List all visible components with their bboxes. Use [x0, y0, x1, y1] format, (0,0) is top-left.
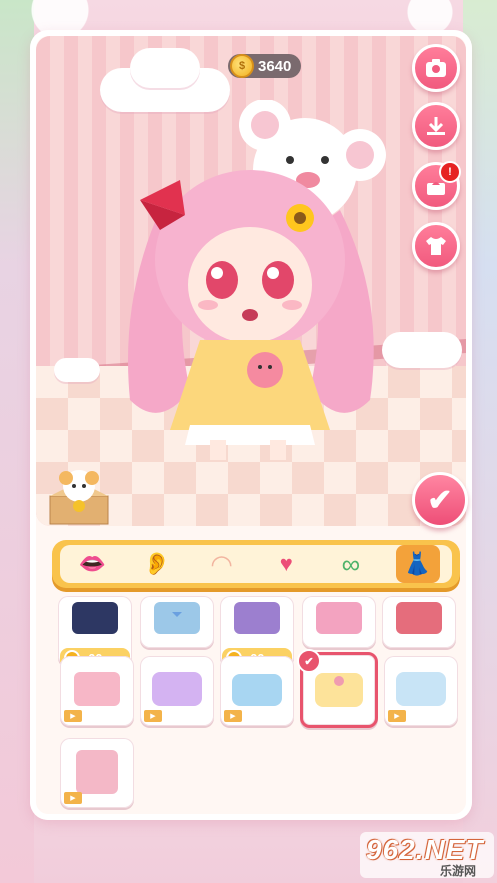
check-icon: ✔ [427, 483, 453, 517]
video-ad-icon: ▶ [224, 710, 242, 722]
gift-button[interactable]: ! [412, 161, 461, 210]
item-card[interactable]: ▶ [60, 656, 134, 726]
tab-glasses[interactable]: ∞ [331, 548, 371, 580]
watermark-subtitle: 乐游网 [440, 864, 477, 878]
outfit-thumbnail [72, 602, 118, 634]
video-ad-icon: ▶ [64, 710, 82, 722]
mouth-icon: 👄 [78, 551, 107, 576]
item-grid: 60 60 ▶ ▶ ▶ ✔ ▶ ▶ [56, 596, 462, 815]
outfit-thumbnail [396, 602, 442, 634]
coin-counter: $ 3640 [228, 54, 302, 78]
tab-mouth[interactable]: 👄 [72, 548, 112, 580]
cloud [54, 358, 100, 382]
category-tabs: 👄 👂 ◠ ♥ ∞ 👗 [60, 545, 452, 583]
outfit-thumbnail [234, 602, 280, 634]
item-card[interactable] [302, 596, 376, 648]
tshirt-icon [426, 237, 446, 255]
download-button[interactable] [412, 102, 460, 150]
outfit-thumbnail [154, 602, 200, 634]
item-card[interactable]: ▶ [60, 738, 134, 808]
video-ad-icon: ▶ [64, 792, 82, 804]
coin-amount: 3640 [258, 57, 292, 75]
item-card[interactable]: ▶ [384, 656, 458, 726]
camera-button[interactable] [412, 44, 460, 92]
background-left [0, 0, 34, 883]
category-bar: 👄 👂 ◠ ♥ ∞ 👗 [52, 540, 460, 588]
heart-icon: ♥ [279, 551, 293, 576]
outfit-button[interactable] [412, 222, 460, 270]
tab-heart[interactable]: ♥ [266, 548, 306, 580]
ear-icon: 👂 [143, 551, 171, 576]
tab-face[interactable]: ◠ [202, 548, 242, 580]
glasses-icon: ∞ [341, 548, 361, 579]
outfit-thumbnail [316, 602, 362, 634]
tab-ear[interactable]: 👂 [137, 548, 177, 580]
face-icon: ◠ [210, 548, 233, 579]
dress-icon: 👗 [403, 551, 432, 576]
tab-dress[interactable]: 👗 [395, 545, 440, 583]
cloud [130, 48, 200, 88]
video-ad-icon: ▶ [144, 710, 162, 722]
reward-box[interactable] [44, 462, 114, 526]
item-card-selected[interactable]: ✔ [297, 649, 378, 728]
download-icon [427, 117, 445, 135]
character-avatar [128, 100, 386, 460]
video-ad-icon: ▶ [388, 710, 406, 722]
item-card[interactable] [382, 596, 456, 648]
item-card[interactable]: ▶ [140, 656, 214, 726]
selected-check-icon: ✔ [297, 649, 321, 673]
confirm-button[interactable]: ✔ [412, 472, 468, 528]
camera-icon [426, 59, 446, 77]
notification-badge: ! [439, 161, 461, 183]
coin-icon: $ [230, 54, 254, 78]
item-card[interactable] [140, 596, 214, 648]
item-card[interactable]: ▶ [220, 656, 294, 726]
